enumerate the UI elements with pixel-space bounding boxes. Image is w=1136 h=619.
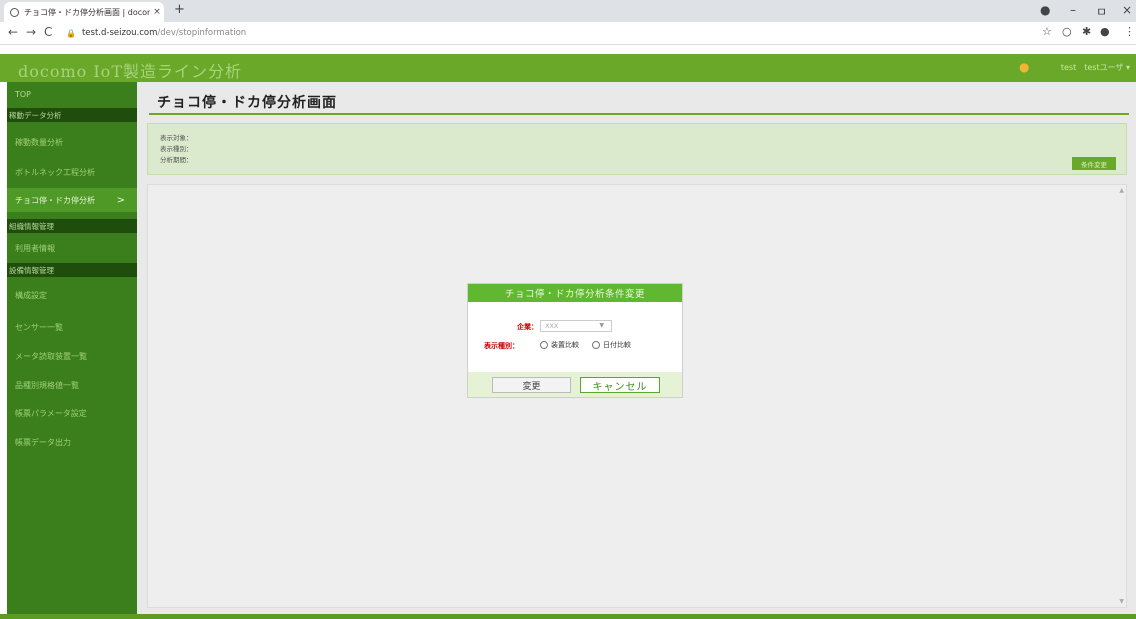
sidebar-item-top[interactable]: TOP xyxy=(7,82,137,106)
sidebar-section-organization: 組織情報管理 xyxy=(7,219,137,233)
radio-date-label: 日付比較 xyxy=(603,341,631,349)
url-path: /dev/stopinformation xyxy=(157,28,247,38)
sidebar-item-user-info[interactable]: 利用者情報 xyxy=(7,236,137,260)
url-host: test.d-seizou.com xyxy=(81,28,158,38)
favicon-icon xyxy=(10,7,19,17)
star-icon[interactable]: ☆ xyxy=(1042,25,1052,38)
target-label: 表示対象： xyxy=(160,134,193,142)
tab-close-icon[interactable]: × xyxy=(150,7,164,17)
browser-tab[interactable]: チョコ停・ドカ停分析画面 | docomo × xyxy=(4,2,164,22)
browser-tab-bar: チョコ停・ドカ停分析画面 | docomo × + ● – ㅁ × xyxy=(0,0,1136,22)
period-label: 分析期間： xyxy=(160,156,193,164)
user-menu[interactable]: test testユーザ ▾ xyxy=(1061,62,1130,73)
radio-circle-icon[interactable] xyxy=(592,341,600,349)
menu-icon[interactable]: ⋮ xyxy=(1124,25,1135,38)
sidebar-item-label: チョコ停・ドカ停分析 xyxy=(15,195,95,205)
tab-title: チョコ停・ドカ停分析画面 | docomo xyxy=(24,7,150,17)
new-tab-button[interactable]: + xyxy=(174,2,185,17)
maximize-button[interactable]: ㅁ xyxy=(1096,3,1107,20)
extension-icon[interactable]: ○ xyxy=(1062,25,1072,38)
radio-device-compare[interactable]: 装置比較 xyxy=(540,340,579,350)
sidebar-item-meter-readers[interactable]: メータ読取装置一覧 xyxy=(7,344,137,368)
back-button[interactable]: ← xyxy=(8,25,18,39)
reload-button[interactable]: C xyxy=(44,25,52,39)
puzzle-icon[interactable]: ✱ xyxy=(1082,25,1091,38)
company-label: 企業： xyxy=(517,323,538,331)
sidebar-item-quantity[interactable]: 稼動数量分析 xyxy=(7,130,137,154)
scroll-up-icon[interactable]: ▲ xyxy=(1119,187,1124,194)
app-header: docomo IoT製造ライン分析 ● test testユーザ ▾ xyxy=(0,54,1136,82)
notification-icon[interactable]: ● xyxy=(1019,60,1029,74)
footer-bar xyxy=(0,614,1136,619)
address-bar: ← → C 🔒 test.d-seizou.com/dev/stopinform… xyxy=(0,22,1136,45)
chevron-right-icon: > xyxy=(116,194,125,206)
change-conditions-button[interactable]: 条件変更 xyxy=(1072,157,1116,170)
sidebar-section-operation: 稼動データ分析 xyxy=(7,108,137,122)
radio-circle-icon[interactable] xyxy=(540,341,548,349)
sidebar-item-spec-values[interactable]: 品種別規格値一覧 xyxy=(7,373,137,397)
company-row: 企業： XXX ▼ xyxy=(468,320,682,334)
chevron-down-icon: ▼ xyxy=(599,322,604,329)
profile-icon[interactable]: ● xyxy=(1100,25,1110,38)
sidebar-section-equipment: 設備情報管理 xyxy=(7,263,137,277)
sidebar-item-report-output[interactable]: 帳票データ出力 xyxy=(7,430,137,454)
dialog-footer: 変更 キャンセル xyxy=(468,372,682,397)
forward-button[interactable]: → xyxy=(26,25,36,39)
scroll-down-icon[interactable]: ▼ xyxy=(1119,598,1124,605)
minimize-button[interactable]: – xyxy=(1070,3,1076,17)
lock-icon: 🔒 xyxy=(66,28,76,38)
update-button[interactable]: 変更 xyxy=(492,377,571,393)
dialog-title: チョコ停・ドカ停分析条件変更 xyxy=(468,284,682,302)
condition-dialog: チョコ停・ドカ停分析条件変更 企業： XXX ▼ 表示種別： 装置比較 日付比較… xyxy=(467,283,683,398)
sidebar: TOP 稼動データ分析 稼動数量分析 ボトルネック工程分析 チョコ停・ドカ停分析… xyxy=(7,82,137,619)
title-divider xyxy=(149,113,1129,115)
account-circle-icon[interactable]: ● xyxy=(1040,3,1050,17)
app-title[interactable]: docomo IoT製造ライン分析 xyxy=(18,58,242,82)
sidebar-item-stop-analysis[interactable]: チョコ停・ドカ停分析 > xyxy=(7,188,137,212)
close-window-button[interactable]: × xyxy=(1122,3,1132,17)
sidebar-item-config[interactable]: 構成設定 xyxy=(7,283,137,307)
radio-device-label: 装置比較 xyxy=(551,341,579,349)
sidebar-item-bottleneck[interactable]: ボトルネック工程分析 xyxy=(7,160,137,184)
url-field[interactable]: 🔒 test.d-seizou.com/dev/stopinformation xyxy=(66,25,246,41)
kind-label: 表示種別： xyxy=(160,145,193,153)
condition-panel: 表示対象： 表示種別： 分析期間： 条件変更 xyxy=(147,123,1127,175)
cancel-button[interactable]: キャンセル xyxy=(580,377,660,393)
type-label: 表示種別： xyxy=(484,342,519,350)
page-title: チョコ停・ドカ停分析画面 xyxy=(157,95,337,111)
sidebar-item-sensors[interactable]: センサー一覧 xyxy=(7,315,137,339)
company-value: XXX xyxy=(545,322,559,330)
radio-date-compare[interactable]: 日付比較 xyxy=(592,340,631,350)
sidebar-item-report-params[interactable]: 帳票パラメータ設定 xyxy=(7,401,137,425)
company-select[interactable]: XXX ▼ xyxy=(540,320,612,332)
type-row: 表示種別： 装置比較 日付比較 xyxy=(468,338,682,352)
